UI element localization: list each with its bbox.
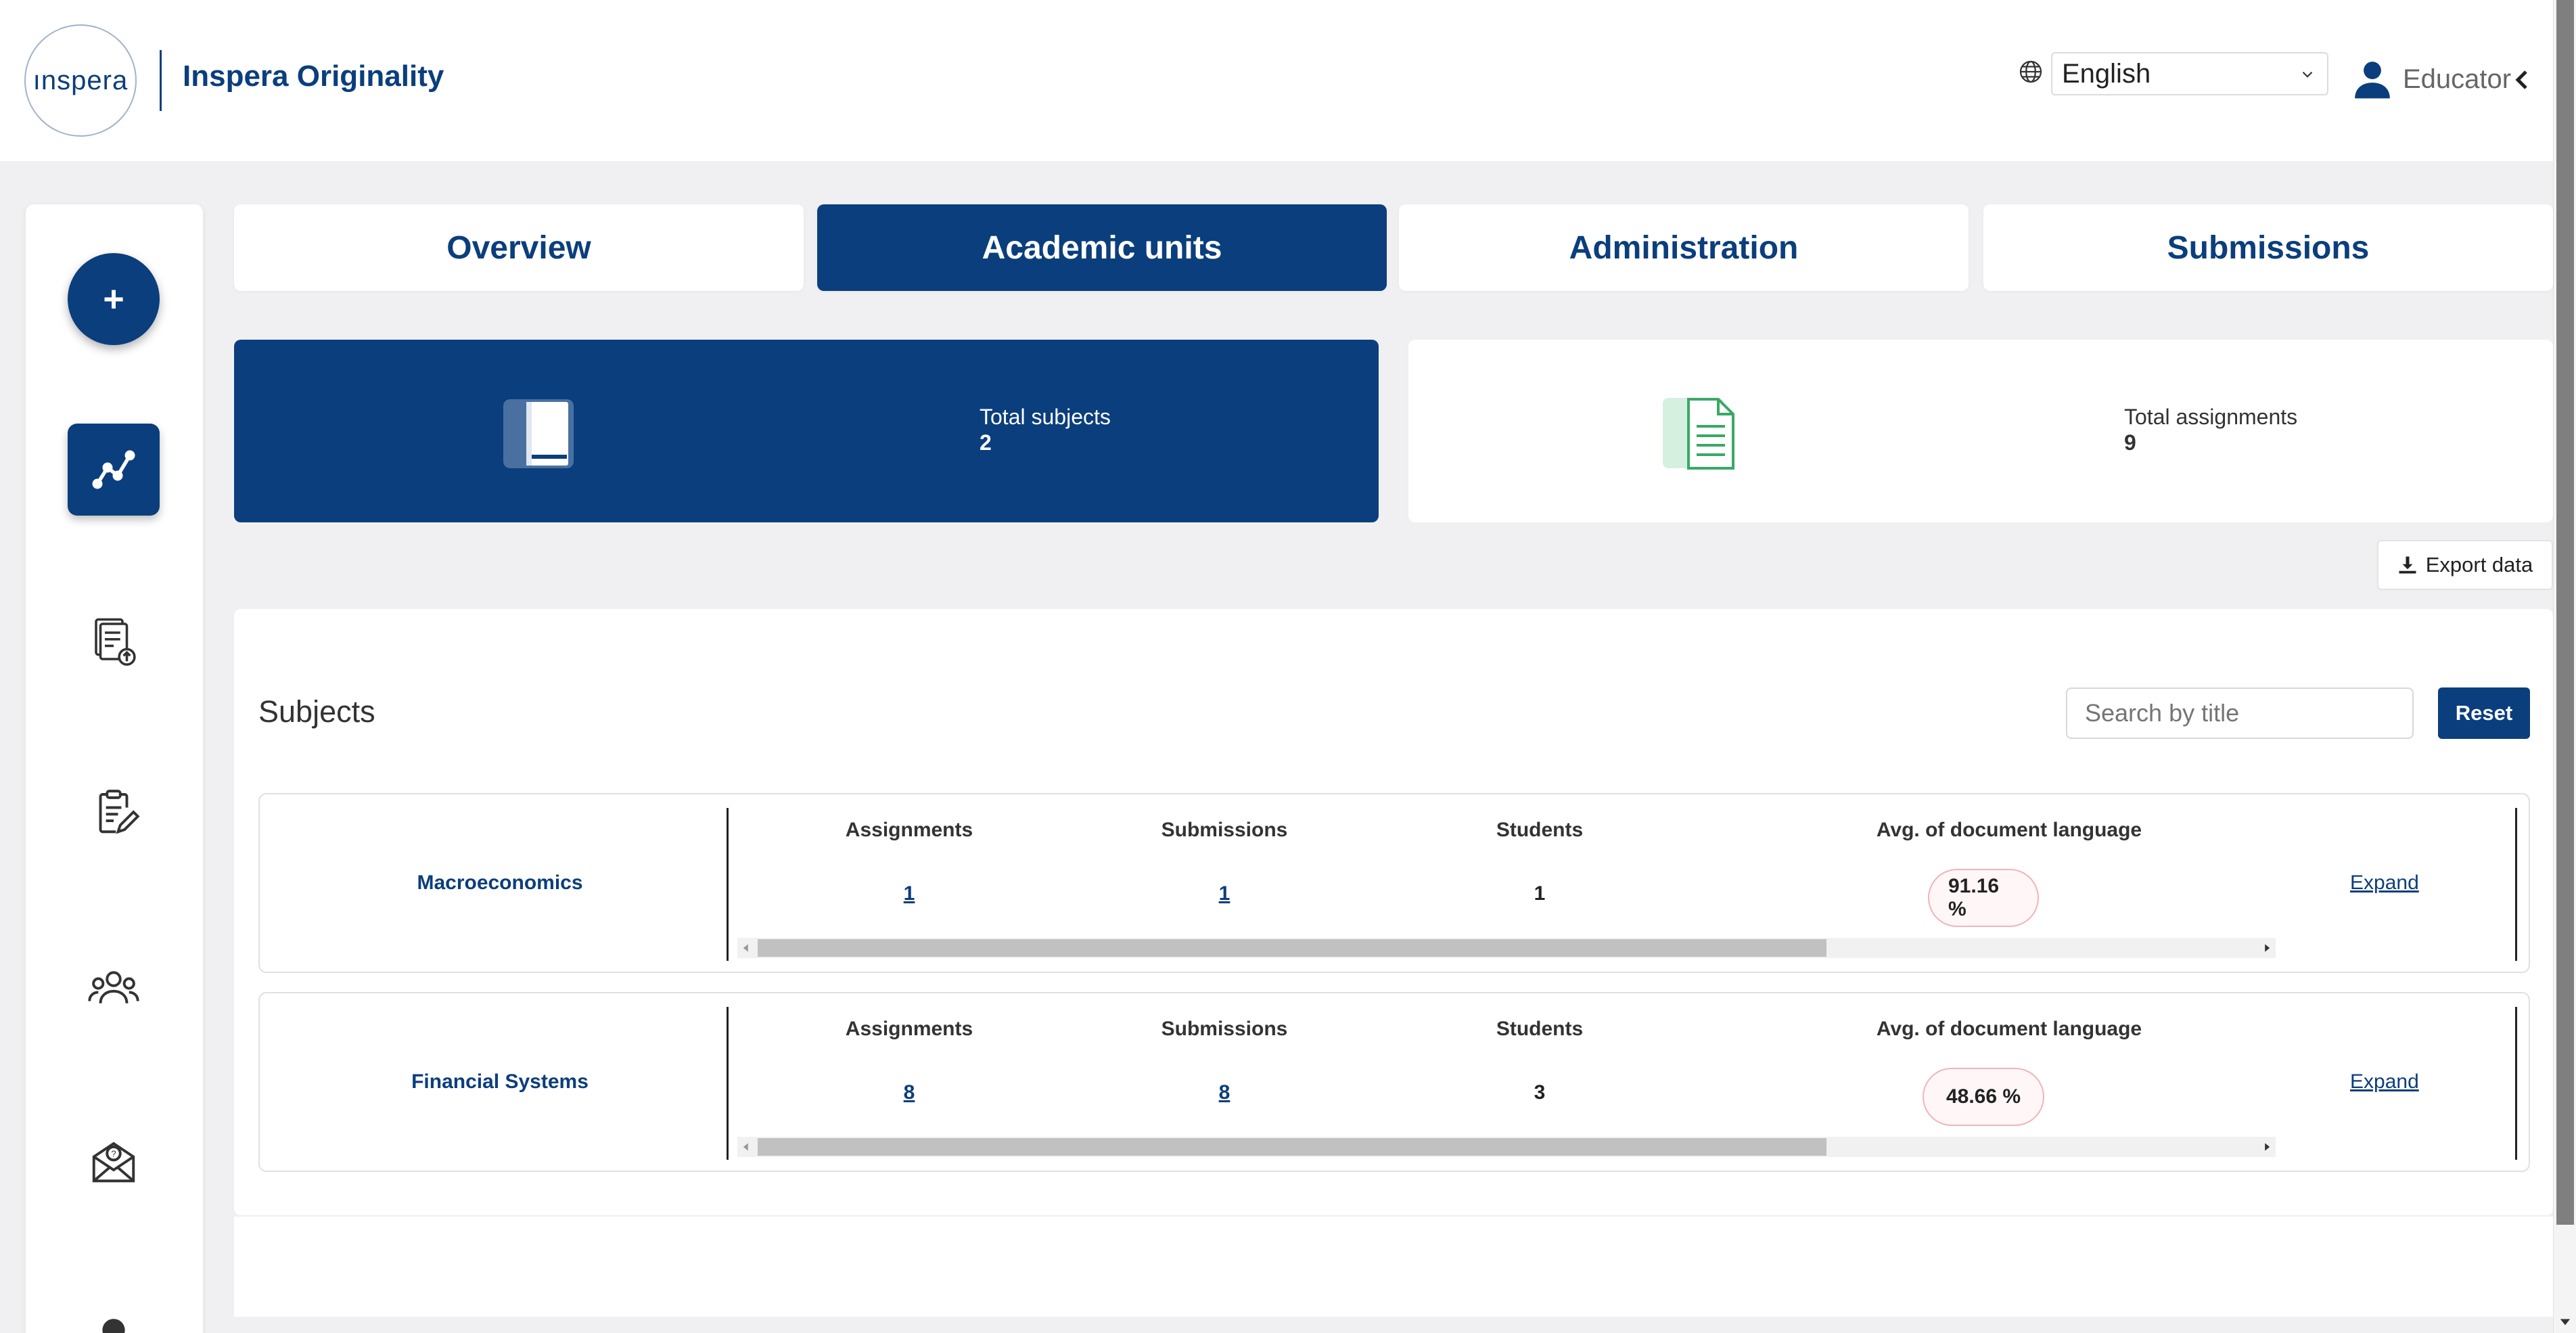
scroll-right-icon[interactable] — [2262, 1142, 2272, 1152]
export-data-button[interactable]: Export data — [2377, 540, 2553, 590]
scroll-down-icon[interactable] — [2559, 1315, 2571, 1328]
row-scrollbar[interactable] — [737, 938, 2276, 958]
app-title: Inspera Originality — [183, 60, 444, 93]
profile-icon — [102, 1319, 125, 1333]
total-assignments-value: 9 — [2124, 430, 2136, 455]
students-header: Students — [1496, 819, 1584, 841]
nav-profile[interactable] — [68, 1287, 160, 1333]
export-data-label: Export data — [2425, 553, 2533, 577]
avg-language-badge: 91.16 % — [1928, 869, 2039, 927]
document-icon — [1663, 398, 1734, 470]
scroll-right-icon[interactable] — [2262, 943, 2272, 953]
submissions-header: Submissions — [1161, 819, 1288, 841]
assignments-count-link[interactable]: 8 — [814, 1081, 1004, 1104]
nav-help[interactable]: ? — [68, 1115, 160, 1207]
submissions-header: Submissions — [1161, 1018, 1288, 1040]
row-divider — [2515, 808, 2517, 961]
logo-text: ınspera — [32, 65, 129, 95]
top-header: ınspera Inspera Originality English Educ… — [0, 0, 2553, 161]
search-input[interactable] — [2066, 687, 2414, 739]
chevron-left-icon[interactable] — [2514, 69, 2530, 91]
avg-language-badge: 48.66 % — [1923, 1068, 2044, 1126]
scrollbar-thumb[interactable] — [2556, 0, 2574, 1225]
nav-assignments[interactable] — [68, 766, 160, 858]
row-divider — [2515, 1007, 2517, 1160]
inspera-logo[interactable]: ınspera — [24, 24, 137, 137]
help-mail-icon: ? — [92, 1142, 135, 1183]
row-scrollbar-thumb[interactable] — [758, 1138, 1826, 1156]
subject-name-link[interactable]: Macroeconomics — [260, 794, 740, 972]
expand-link[interactable]: Expand — [2350, 993, 2419, 1171]
students-header: Students — [1496, 1018, 1584, 1040]
logo-divider — [160, 50, 162, 111]
download-icon — [2399, 556, 2416, 574]
expand-link[interactable]: Expand — [2350, 794, 2419, 972]
users-icon — [88, 971, 139, 1003]
add-label: + — [103, 279, 124, 319]
language-select[interactable]: English — [2051, 52, 2328, 95]
svg-text:?: ? — [111, 1149, 116, 1159]
nav-analytics[interactable] — [68, 424, 160, 516]
total-subjects-value: 2 — [980, 430, 992, 455]
clipboard-edit-icon — [99, 790, 140, 834]
role-label[interactable]: Educator — [2403, 64, 2511, 95]
lower-panel — [234, 1215, 2553, 1317]
tab-administration[interactable]: Administration — [1399, 204, 1969, 291]
scroll-left-icon[interactable] — [741, 943, 751, 953]
submissions-count-link[interactable]: 8 — [1130, 1081, 1319, 1104]
subject-name-link[interactable]: Financial Systems — [260, 993, 740, 1171]
page-scrollbar[interactable] — [2553, 0, 2576, 1333]
subjects-title: Subjects — [258, 694, 375, 729]
row-divider — [727, 808, 729, 961]
book-icon — [503, 399, 574, 468]
tab-academic-units[interactable]: Academic units — [817, 204, 1387, 291]
language-value: English — [2062, 58, 2151, 89]
assignments-count-link[interactable]: 1 — [814, 882, 1004, 905]
tab-submissions[interactable]: Submissions — [1983, 204, 2553, 291]
side-navigation: + ? — [26, 204, 203, 1333]
total-assignments-label: Total assignments — [2124, 405, 2298, 429]
row-divider — [727, 1007, 729, 1160]
nav-document-upload[interactable] — [68, 595, 160, 687]
document-upload-icon — [95, 618, 136, 666]
row-scrollbar-thumb[interactable] — [758, 939, 1826, 957]
avg-language-header: Avg. of document language — [1876, 1018, 2142, 1040]
total-subjects-label: Total subjects — [980, 405, 1111, 429]
total-subjects-card: Total subjects 2 — [234, 340, 1379, 522]
subjects-panel: Subjects Reset Macroeconomics Assignment… — [234, 609, 2553, 1215]
subject-row: Macroeconomics Assignments Submissions S… — [258, 793, 2530, 973]
tab-overview[interactable]: Overview — [234, 204, 804, 291]
avg-language-header: Avg. of document language — [1876, 819, 2142, 841]
chevron-down-icon — [2302, 71, 2313, 78]
subject-row: Financial Systems Assignments Submission… — [258, 992, 2530, 1172]
submissions-count-link[interactable]: 1 — [1130, 882, 1319, 905]
globe-icon — [2019, 60, 2042, 83]
assignments-header: Assignments — [845, 1018, 973, 1040]
students-count: 3 — [1534, 1081, 1546, 1104]
assignments-header: Assignments — [845, 819, 973, 841]
row-scrollbar[interactable] — [737, 1137, 2276, 1157]
user-icon[interactable] — [2351, 58, 2393, 100]
scroll-left-icon[interactable] — [741, 1142, 751, 1152]
students-count: 1 — [1534, 882, 1546, 905]
nav-users[interactable] — [68, 942, 160, 1034]
add-button[interactable]: + — [68, 253, 160, 345]
total-assignments-card: Total assignments 9 — [1408, 340, 2553, 522]
reset-button[interactable]: Reset — [2438, 687, 2530, 739]
analytics-icon — [92, 450, 135, 489]
